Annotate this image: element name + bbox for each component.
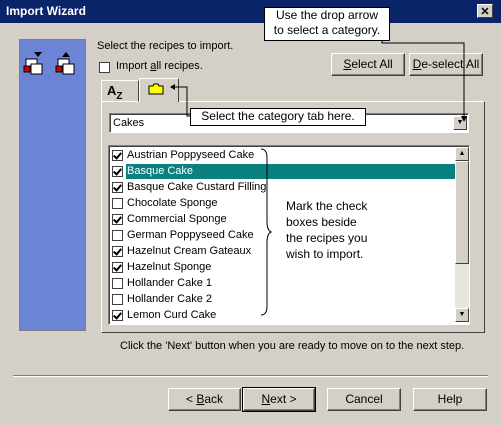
window-title: Import Wizard — [6, 4, 86, 18]
recipe-name: Lemon Curd Cake — [127, 309, 217, 321]
next-accel: N — [261, 392, 271, 406]
recipe-checkbox[interactable] — [112, 198, 123, 209]
recipe-list-body: Austrian Poppyseed Cake Basque Cake Basque… — [109, 146, 455, 322]
recipe-checkbox[interactable] — [112, 166, 123, 177]
wizard-side-panel — [19, 39, 86, 331]
close-icon: ✕ — [480, 6, 490, 18]
scroll-up-button[interactable]: ▲ — [455, 147, 469, 161]
list-item[interactable]: German Poppyseed Cake — [111, 228, 455, 243]
list-item[interactable]: Hazelnut Cream Gateaux — [111, 244, 455, 259]
tab-callout-text: Select the category tab here. — [201, 109, 355, 123]
recipe-checkbox[interactable] — [112, 262, 123, 273]
recipe-checkbox[interactable] — [112, 150, 123, 161]
help-label: Help — [437, 392, 463, 406]
import-graphic-icon — [23, 52, 75, 75]
check-callout-line1: Mark the check — [286, 199, 368, 213]
list-item[interactable]: Hollander Cake 2 — [111, 292, 455, 307]
chevron-down-icon: ▼ — [458, 311, 466, 318]
chevron-up-icon: ▲ — [458, 150, 466, 157]
recipe-checkbox[interactable] — [112, 294, 123, 305]
import-all-label-pre: Import — [116, 60, 151, 72]
recipe-name: Hazelnut Cream Gateaux — [127, 245, 252, 257]
list-item[interactable]: Chocolate Sponge — [111, 196, 455, 211]
dropdown-callout-line2: to select a category. — [273, 23, 381, 37]
sort-az-icon: AZ — [107, 83, 123, 102]
next-label: ext > — [270, 392, 297, 406]
back-label-pre: < — [185, 392, 197, 406]
recipe-checkbox[interactable] — [112, 278, 123, 289]
cancel-button[interactable]: Cancel — [327, 388, 401, 411]
import-all-label-post: ll recipes. — [156, 60, 203, 72]
sort-az-a: A — [107, 83, 117, 98]
list-item[interactable]: Lemon Curd Cake — [111, 308, 455, 322]
check-callout-brace — [260, 148, 273, 316]
category-dropdown-value: Cakes — [113, 117, 145, 129]
recipe-name: Hollander Cake 1 — [127, 277, 212, 289]
recipe-name: Austrian Poppyseed Cake — [127, 149, 255, 161]
import-all-checkbox-box[interactable] — [99, 61, 110, 73]
recipe-name: Basque Cake Custard Filling — [127, 181, 267, 193]
footer-hint: Click the 'Next' button when you are rea… — [120, 340, 465, 352]
recipe-checkbox[interactable] — [112, 310, 123, 321]
recipe-name: German Poppyseed Cake — [127, 229, 254, 241]
check-callout-line2: boxes beside — [286, 215, 357, 229]
list-scrollbar[interactable]: ▲ ▼ — [455, 147, 469, 322]
import-all-checkbox[interactable] — [99, 61, 110, 74]
recipe-name: Hazelnut Sponge — [127, 261, 212, 273]
recipe-checkbox[interactable] — [112, 230, 123, 241]
list-item[interactable]: Hollander Cake 1 — [111, 276, 455, 291]
dropdown-callout-line1: Use the drop arrow — [275, 8, 379, 22]
dropdown-callout-pointer — [381, 40, 467, 122]
dropdown-callout: Use the drop arrow to select a category. — [264, 7, 390, 41]
back-label: ack — [204, 392, 224, 406]
recipe-name: Hollander Cake 2 — [127, 293, 212, 305]
cancel-label: Cancel — [345, 392, 383, 406]
recipe-checkbox[interactable] — [112, 246, 123, 257]
back-button[interactable]: < Back — [168, 388, 241, 411]
list-item[interactable]: Basque Cake — [111, 164, 455, 179]
recipe-name: Chocolate Sponge — [127, 197, 218, 209]
tab-callout: Select the category tab here. — [190, 108, 366, 126]
list-item[interactable]: Basque Cake Custard Filling — [111, 180, 455, 195]
recipe-checkbox[interactable] — [112, 214, 123, 225]
check-callout: Mark the check boxes beside the recipes … — [286, 198, 367, 262]
recipe-checkbox[interactable] — [112, 182, 123, 193]
help-button[interactable]: Help — [413, 388, 487, 411]
import-all-label: Import all recipes. — [116, 60, 203, 72]
instructions-text: Select the recipes to import. — [97, 40, 234, 52]
check-callout-line3: the recipes you — [286, 231, 368, 245]
check-callout-line4: wish to import. — [286, 247, 364, 261]
list-item[interactable]: Hazelnut Sponge — [111, 260, 455, 275]
list-item[interactable]: Commercial Sponge — [111, 212, 455, 227]
folder-icon — [148, 83, 164, 95]
sort-az-z: Z — [116, 91, 123, 102]
close-button[interactable]: ✕ — [477, 4, 493, 18]
scroll-down-button[interactable]: ▼ — [455, 308, 469, 322]
next-button[interactable]: Next > — [242, 387, 316, 412]
list-item[interactable]: Austrian Poppyseed Cake — [111, 148, 455, 163]
recipe-name: Commercial Sponge — [127, 213, 227, 225]
tab-alphabetical[interactable]: AZ — [101, 80, 139, 102]
recipe-name: Basque Cake — [126, 164, 455, 179]
tab-callout-pointer — [170, 84, 190, 117]
scroll-thumb[interactable] — [455, 161, 469, 264]
separator — [13, 375, 488, 377]
